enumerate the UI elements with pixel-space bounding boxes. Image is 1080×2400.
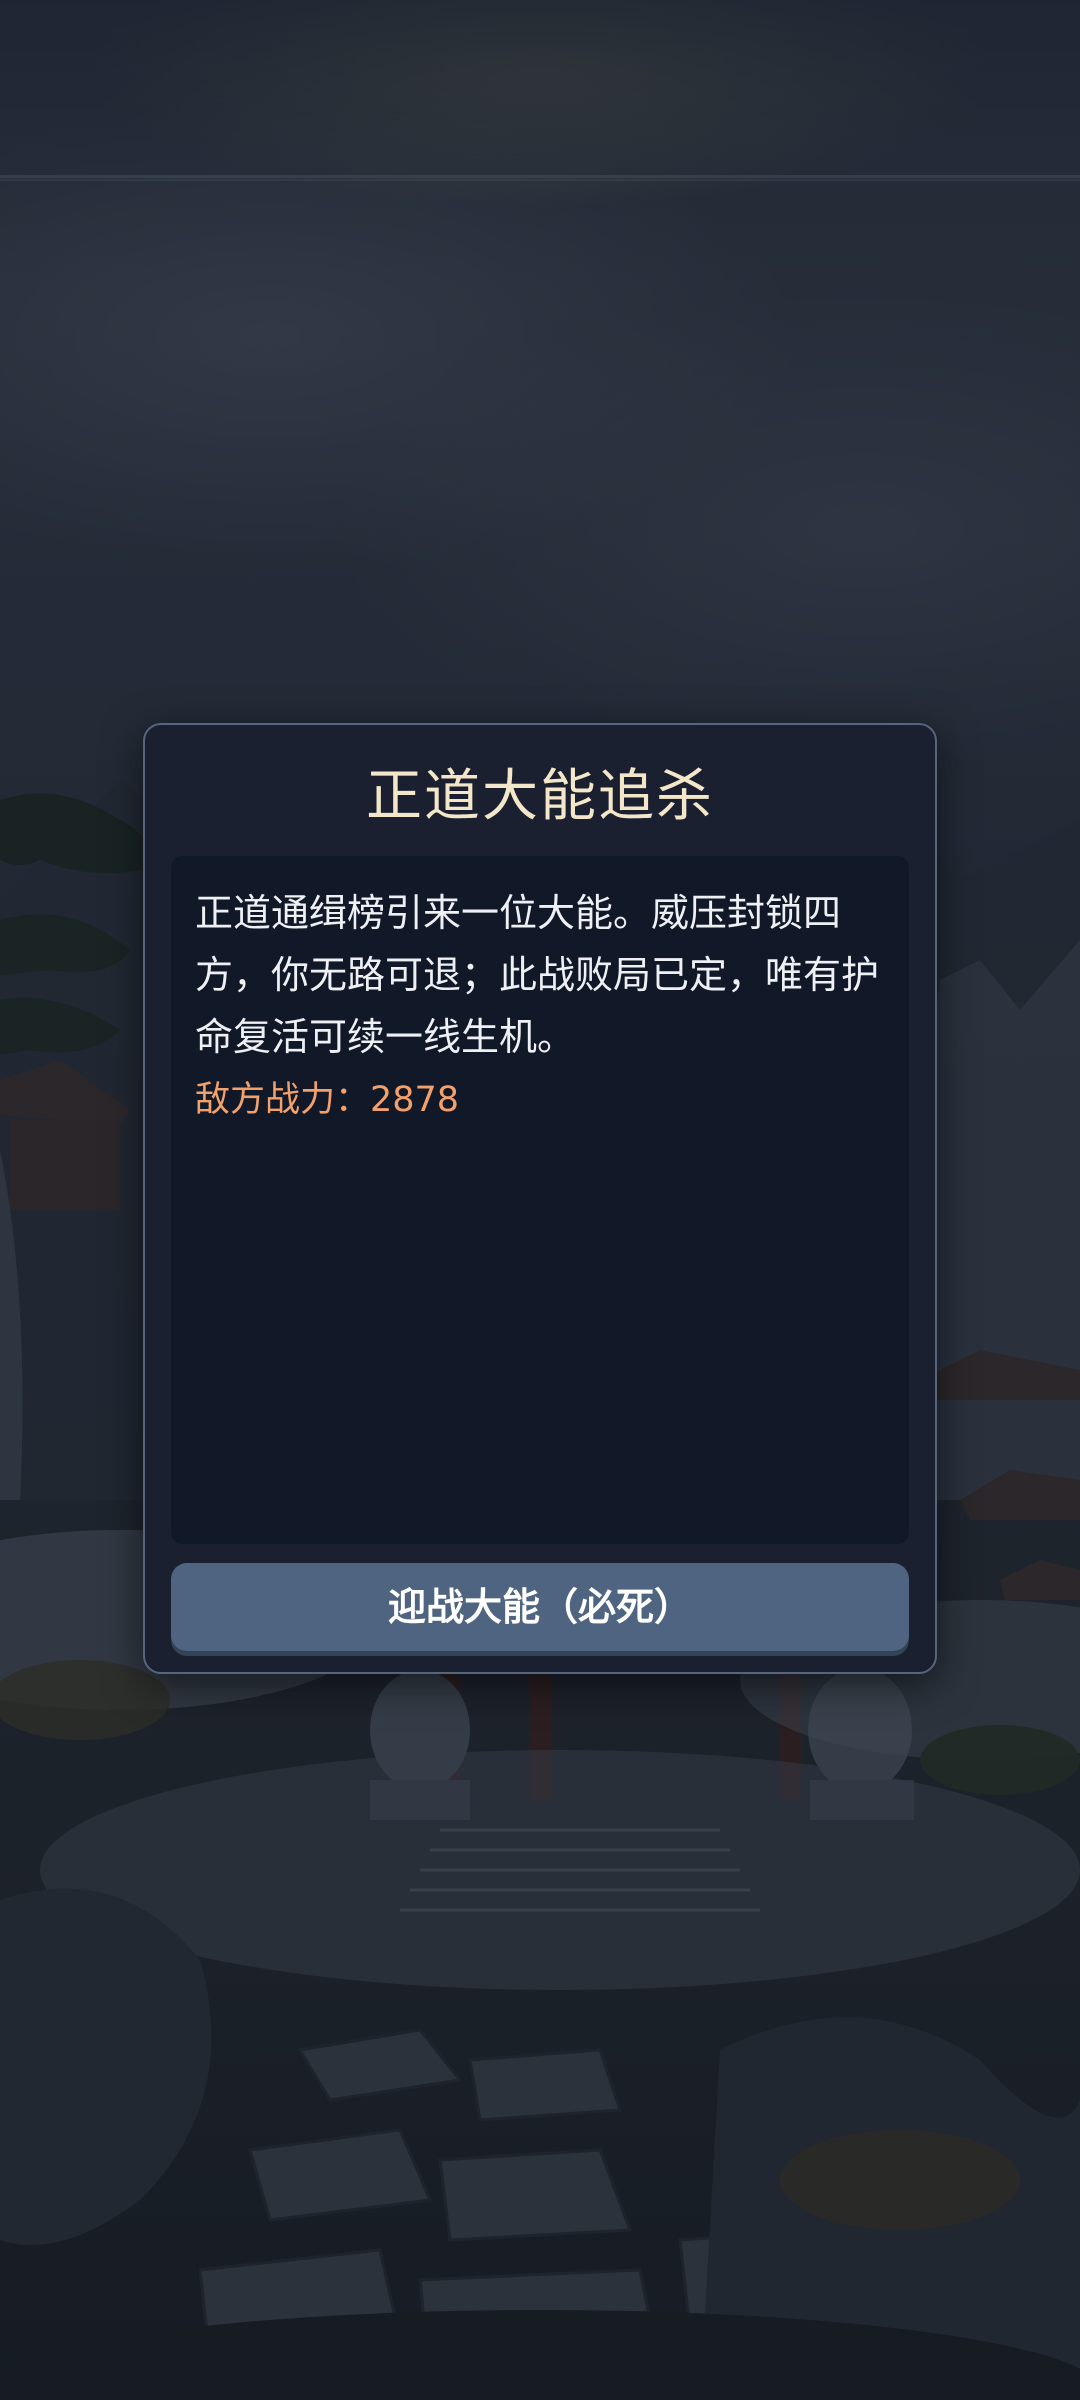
dialog-body-text: 正道通缉榜引来一位大能。威压封锁四方，你无路可退；此战败局已定，唯有护命复活可续… (195, 891, 880, 1059)
enemy-power-label: 敌方战力：2878 (195, 1080, 460, 1120)
event-dialog: 正道大能追杀 正道通缉榜引来一位大能。威压封锁四方，你无路可退；此战败局已定，唯… (143, 723, 937, 1674)
dialog-body-panel: 正道通缉榜引来一位大能。威压封锁四方，你无路可退；此战败局已定，唯有护命复活可续… (171, 856, 909, 1544)
dialog-title: 正道大能追杀 (366, 764, 714, 829)
fight-boss-button[interactable]: 迎战大能（必死） (171, 1563, 909, 1651)
